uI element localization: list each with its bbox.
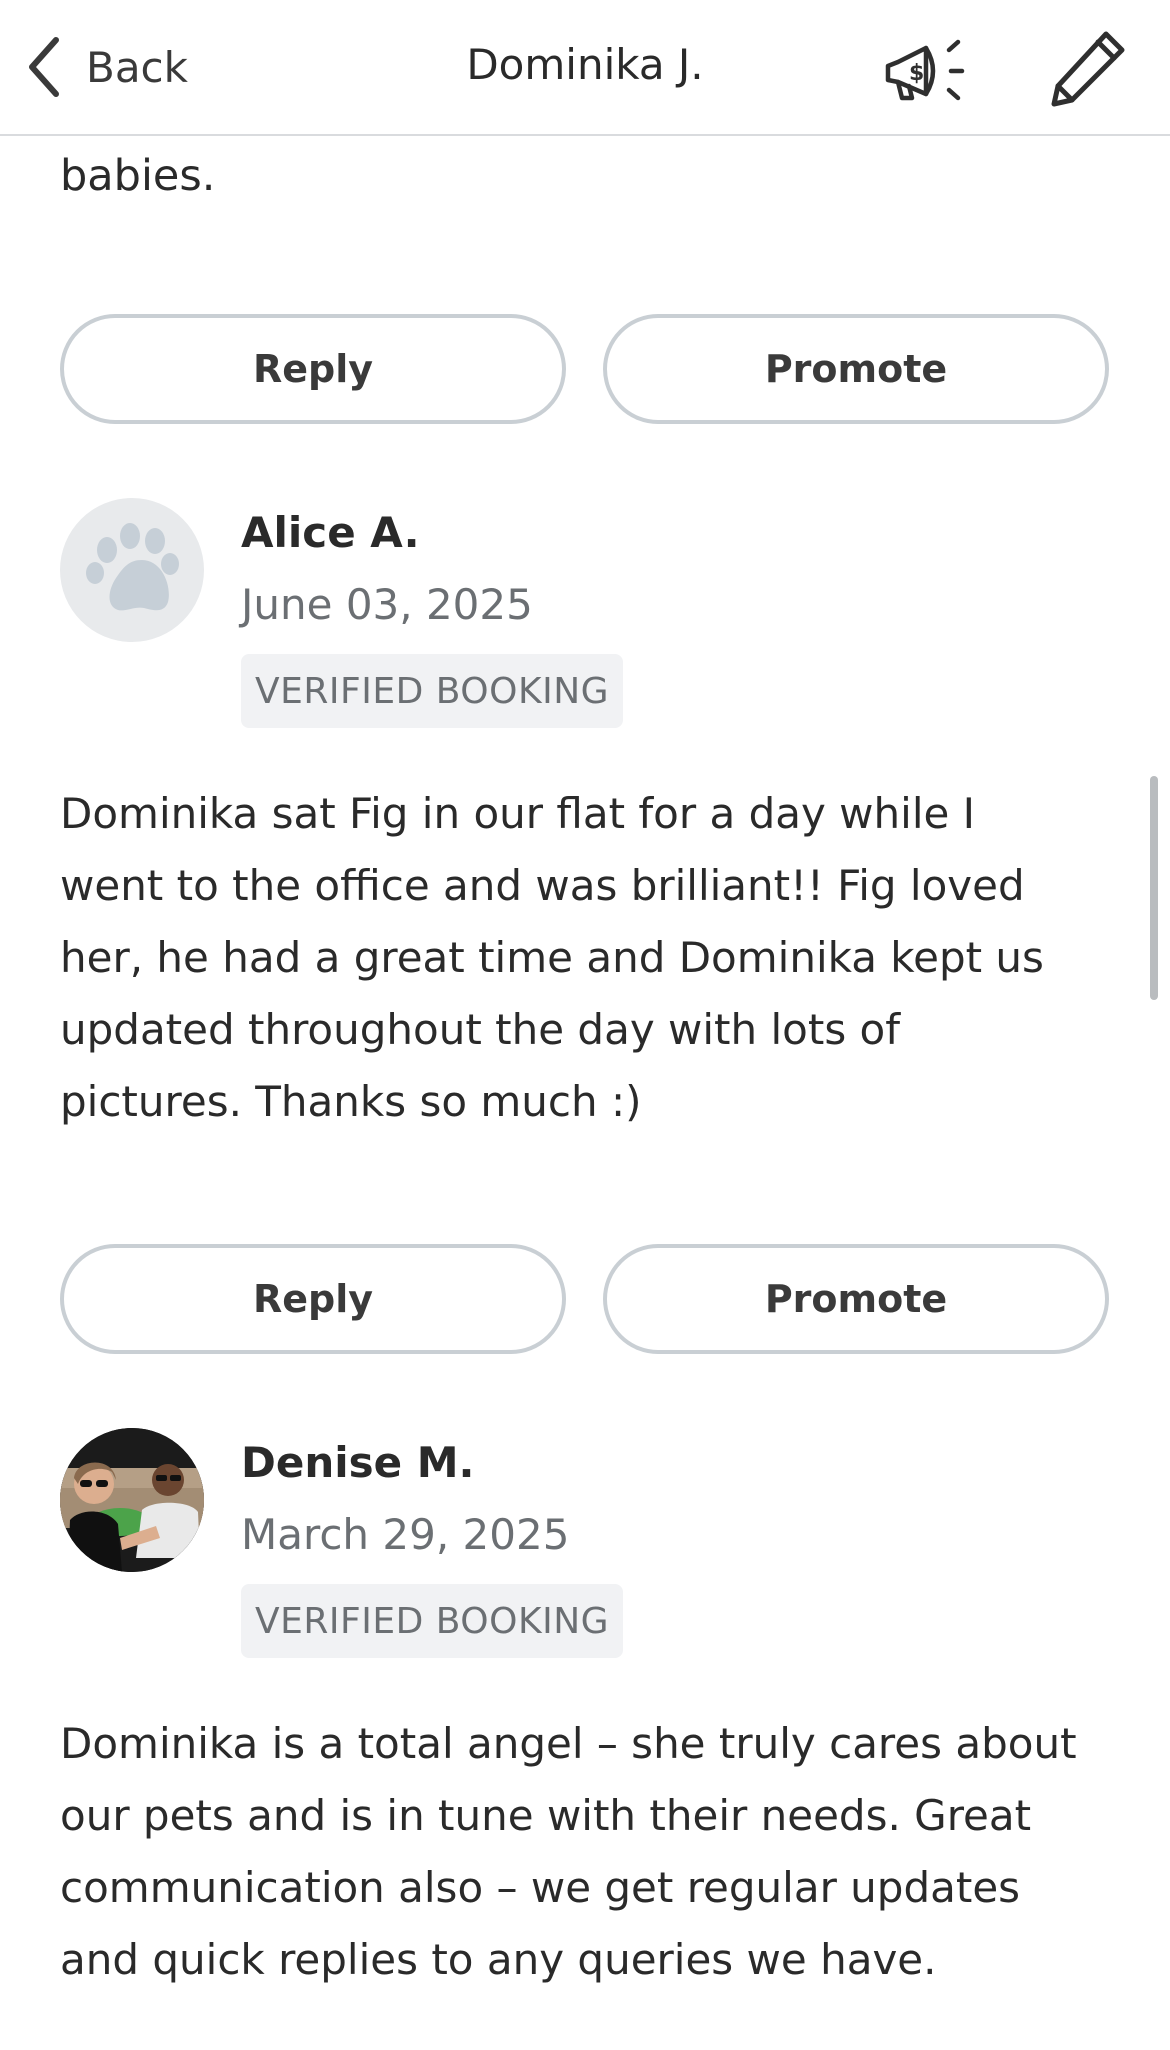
review-line: Dominika is a total angel – she truly ca… (60, 1719, 1077, 1768)
review-line: our pets and is in tune with their needs… (60, 1791, 1032, 1840)
back-button[interactable]: Back (22, 32, 188, 102)
promote-button[interactable]: Promote (603, 1244, 1109, 1354)
review-line: updated throughout the day with lots of (60, 1005, 901, 1054)
page-title: Dominika J. (466, 40, 704, 89)
avatar (60, 498, 204, 642)
verified-booking-badge: VERIFIED BOOKING (241, 1584, 624, 1658)
reply-button[interactable]: Reply (60, 1244, 566, 1354)
svg-text:$: $ (909, 61, 924, 86)
review-line: Dominika sat Fig in our flat for a day w… (60, 789, 976, 838)
avatar (60, 1428, 204, 1572)
review-line: her, he had a great time and Dominika ke… (60, 933, 1044, 982)
review-date: March 29, 2025 (241, 1510, 570, 1559)
paw-icon (86, 523, 179, 611)
review-text: Dominika sat Fig in our flat for a day w… (60, 778, 1120, 1138)
review-text: Dominika is a total angel – she truly ca… (60, 1708, 1120, 1996)
reviewer-name: Alice A. (241, 508, 420, 557)
review-line: pictures. Thanks so much :) (60, 1077, 642, 1126)
edit-profile-button[interactable] (1042, 28, 1132, 108)
pencil-icon (1051, 31, 1125, 107)
verified-booking-badge: VERIFIED BOOKING (241, 654, 624, 728)
promote-profile-button[interactable]: $ (878, 28, 968, 108)
reviewer-name: Denise M. (241, 1438, 475, 1487)
reply-button[interactable]: Reply (60, 314, 566, 424)
review-text-tail: babies. (60, 151, 216, 201)
top-nav-bar: Back Dominika J. $ (0, 0, 1170, 136)
user-photo-image (60, 1428, 204, 1572)
promote-button[interactable]: Promote (603, 314, 1109, 424)
scrollbar[interactable] (1150, 776, 1158, 1000)
chevron-left-icon (29, 37, 59, 97)
reviews-screen: Back Dominika J. $ babies. Reply Promote… (0, 0, 1170, 2050)
back-label: Back (86, 42, 188, 92)
megaphone-dollar-icon: $ (885, 39, 965, 101)
review-line: and quick replies to any queries we have… (60, 1935, 937, 1984)
review-date: June 03, 2025 (241, 580, 533, 629)
review-line: went to the office and was brilliant!! F… (60, 861, 1025, 910)
review-line: communication also – we get regular upda… (60, 1863, 1021, 1912)
